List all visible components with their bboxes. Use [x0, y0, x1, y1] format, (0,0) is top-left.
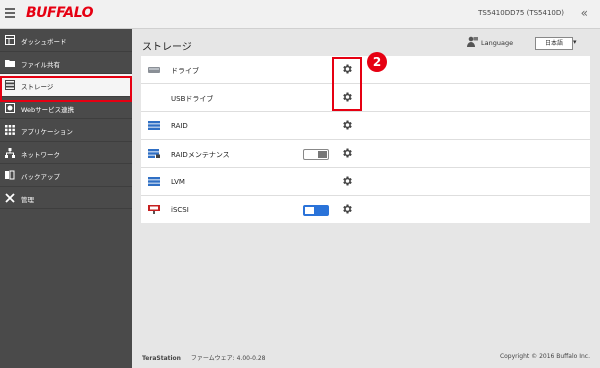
row-raid[interactable]: RAID — [141, 112, 590, 140]
language-label: Language — [481, 39, 514, 47]
footer-product: TeraStation — [142, 355, 181, 362]
footer-firmware-version: ファームウェア: 4.00-0.28 — [190, 355, 266, 362]
language-dropdown[interactable]: 日本語 — [535, 37, 573, 50]
row-label: RAIDメンテナンス — [171, 151, 230, 159]
collapse-icon[interactable]: « — [581, 6, 588, 20]
page-title: ストレージ — [142, 42, 192, 53]
web-service-icon — [5, 102, 15, 113]
row-lvm[interactable]: LVM — [141, 168, 590, 196]
row-label: iSCSI — [171, 206, 189, 214]
raid-icon — [148, 121, 160, 130]
iscsi-toggle[interactable] — [303, 205, 329, 216]
sidebar-item-management[interactable]: 管理 — [0, 187, 132, 209]
raid-maintenance-icon — [148, 149, 160, 158]
sidebar-item-web-services[interactable]: Webサービス連携 — [0, 97, 132, 119]
lvm-icon — [148, 177, 160, 186]
sidebar-item-file-share[interactable]: ファイル共有 — [0, 52, 132, 74]
globe-person-icon — [467, 36, 478, 47]
top-header: BUFFALO TS5410DD75 (TS5410D) « — [0, 0, 600, 29]
drive-icon — [148, 67, 160, 73]
network-icon — [5, 147, 15, 158]
row-label: RAID — [171, 122, 188, 130]
row-label: ドライブ — [171, 67, 199, 75]
folder-icon — [5, 59, 15, 67]
sidebar-item-dashboard[interactable]: ダッシュボード — [0, 29, 132, 52]
sidebar-item-applications[interactable]: アプリケーション — [0, 119, 132, 142]
gear-icon[interactable] — [341, 63, 353, 75]
sidebar-item-network[interactable]: ネットワーク — [0, 142, 132, 164]
row-drive[interactable]: ドライブ — [141, 56, 590, 84]
chevron-down-icon[interactable]: ▾ — [573, 38, 577, 46]
sidebar-item-storage[interactable]: ストレージ — [0, 74, 132, 97]
iscsi-icon — [148, 205, 160, 214]
row-raid-maintenance[interactable]: RAIDメンテナンス — [141, 140, 590, 168]
sidebar-item-backup[interactable]: バックアップ — [0, 164, 132, 187]
callout-2: 2 — [367, 52, 387, 72]
sidebar-item-label: Webサービス連携 — [21, 105, 75, 114]
backup-icon — [5, 170, 15, 180]
row-label: USBドライブ — [171, 95, 214, 103]
raid-maintenance-toggle[interactable] — [303, 149, 329, 160]
storage-icon — [5, 80, 15, 90]
dashboard-icon — [5, 35, 15, 45]
row-iscsi[interactable]: iSCSI — [141, 196, 590, 223]
storage-list: ドライブ USBドライブ RAID RAIDメンテナンス LVM iSCSI — [141, 56, 590, 223]
device-name: TS5410DD75 (TS5410D) — [478, 9, 564, 17]
gear-icon[interactable] — [341, 119, 353, 131]
gear-icon[interactable] — [341, 175, 353, 187]
sidebar: ダッシュボード ファイル共有 ストレージ Webサービス連携 アプリケーション … — [0, 29, 132, 368]
sidebar-item-label: アプリケーション — [21, 128, 73, 136]
sidebar-item-label: 管理 — [21, 195, 34, 204]
sidebar-item-label: ネットワーク — [21, 150, 60, 159]
sidebar-item-label: バックアップ — [21, 173, 60, 181]
tools-icon — [5, 192, 15, 203]
gear-icon[interactable] — [341, 203, 353, 215]
main-content: ストレージ Language 日本語 ▾ ドライブ USBドライブ RAID R… — [132, 29, 600, 368]
row-usb-drive[interactable]: USBドライブ — [141, 84, 590, 112]
sidebar-item-label: ストレージ — [21, 83, 54, 91]
sidebar-item-label: ファイル共有 — [21, 60, 60, 69]
gear-icon[interactable] — [341, 91, 353, 103]
footer-copyright: Copyright © 2016 Buffalo Inc. — [499, 353, 590, 360]
usb-drive-icon — [148, 93, 160, 102]
buffalo-logo: BUFFALO — [26, 5, 94, 21]
gear-icon[interactable] — [341, 147, 353, 159]
apps-grid-icon — [5, 125, 15, 135]
row-label: LVM — [171, 178, 185, 186]
sidebar-item-label: ダッシュボード — [21, 38, 67, 46]
hamburger-menu-icon[interactable] — [5, 8, 15, 18]
footer-firmware: TeraStation ファームウェア: 4.00-0.28 — [142, 353, 266, 362]
